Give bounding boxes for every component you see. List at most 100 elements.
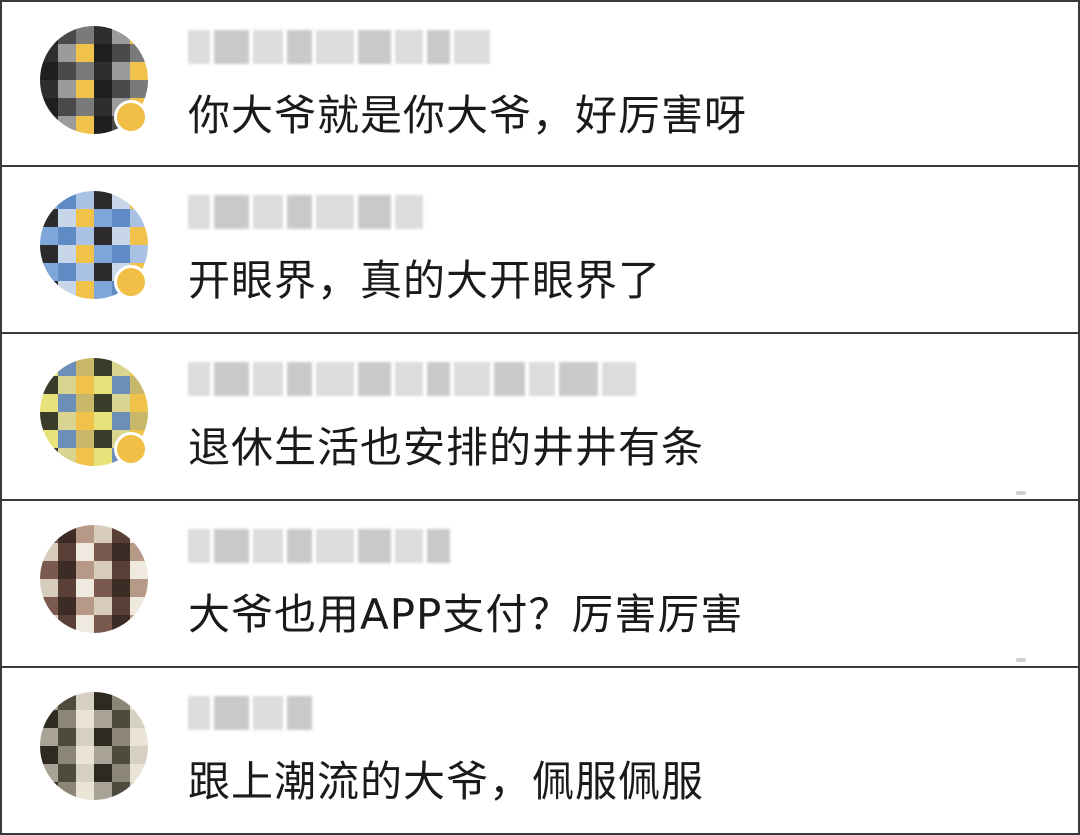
avatar-pixel [40, 358, 58, 376]
avatar-pixel [40, 615, 58, 633]
avatar-pixel [40, 394, 58, 412]
avatar-pixel [58, 394, 76, 412]
username-mosaic-block [253, 30, 283, 64]
avatar-pixel [94, 281, 112, 299]
comment-row[interactable]: 大爷也用APP支付？厉害厉害 [0, 501, 1080, 668]
comment-text: 大爷也用APP支付？厉害厉害 [188, 590, 744, 639]
avatar-pixel [94, 448, 112, 466]
avatar-pixel [94, 543, 112, 561]
avatar-pixel [112, 692, 130, 710]
username-mosaic-block [316, 529, 354, 563]
username-blurred[interactable] [188, 189, 423, 235]
avatar-pixel [112, 191, 130, 209]
avatar-pixel [58, 191, 76, 209]
avatar-pixel [40, 710, 58, 728]
avatar-pixel [112, 728, 130, 746]
username-mosaic-block [188, 195, 210, 229]
avatar-pixel [40, 430, 58, 448]
avatar-pixel [58, 245, 76, 263]
avatar-pixel [130, 525, 148, 543]
avatar-pixel [40, 597, 58, 615]
avatar-pixel [130, 227, 148, 245]
username-blurred[interactable] [188, 523, 450, 569]
avatar[interactable] [40, 692, 148, 800]
comment-text: 跟上潮流的大爷，佩服佩服 [188, 757, 705, 806]
avatar-pixel [76, 728, 94, 746]
avatar-pixel [58, 26, 76, 44]
avatar-pixel [130, 597, 148, 615]
avatar-pixel [94, 98, 112, 116]
avatar-pixel [94, 227, 112, 245]
avatar-pixel [40, 191, 58, 209]
avatar-pixel [94, 412, 112, 430]
avatar-pixel [94, 62, 112, 80]
comment-row[interactable]: 退休生活也安排的井井有条 [0, 334, 1080, 501]
avatar-pixel [112, 44, 130, 62]
username-mosaic-block [395, 529, 423, 563]
username-mosaic-block [253, 529, 283, 563]
avatar-pixel [58, 98, 76, 116]
avatar-pixel [40, 263, 58, 281]
avatar-pixel [130, 26, 148, 44]
avatar-pixel [76, 579, 94, 597]
avatar-pixel [94, 80, 112, 98]
avatar-pixel [76, 281, 94, 299]
avatar-pixel [94, 615, 112, 633]
verified-badge-icon [114, 432, 148, 466]
username-mosaic-block [529, 362, 555, 396]
avatar-pixel [94, 430, 112, 448]
avatar-pixel [40, 561, 58, 579]
username-mosaic-block [395, 195, 423, 229]
username-mosaic-block [316, 195, 354, 229]
comment-row[interactable]: 跟上潮流的大爷，佩服佩服 [0, 668, 1080, 835]
avatar-pixel [94, 710, 112, 728]
username-blurred[interactable] [188, 690, 312, 736]
username-mosaic-block [427, 362, 450, 396]
avatar-pixel [40, 412, 58, 430]
avatar-pixel [94, 764, 112, 782]
avatar-pixel [94, 116, 112, 134]
avatar-pixel [130, 692, 148, 710]
avatar-pixel [58, 281, 76, 299]
avatar-pixel [94, 44, 112, 62]
avatar-pixel [76, 44, 94, 62]
avatar-pixel [94, 376, 112, 394]
username-mosaic-block [494, 362, 525, 396]
username-mosaic-block [188, 362, 210, 396]
avatar-pixel [76, 597, 94, 615]
username-mosaic-block [214, 529, 249, 563]
username-mosaic-block [316, 30, 354, 64]
avatar-pixel [94, 263, 112, 281]
avatar-pixel [112, 245, 130, 263]
username-mosaic-block [214, 30, 249, 64]
username-mosaic-block [214, 696, 249, 730]
avatar-pixel [58, 543, 76, 561]
username-mosaic-block [287, 30, 312, 64]
username-blurred[interactable] [188, 356, 636, 402]
comment-row[interactable]: 开眼界，真的大开眼界了 [0, 167, 1080, 334]
username-blurred[interactable] [188, 24, 490, 70]
avatar-pixel [40, 281, 58, 299]
username-mosaic-block [358, 30, 391, 64]
avatar-pixel [76, 525, 94, 543]
avatar-pixel [112, 615, 130, 633]
avatar-pixel [58, 62, 76, 80]
avatar-pixel [130, 412, 148, 430]
username-mosaic-block [188, 529, 210, 563]
avatar-pixel [112, 782, 130, 800]
avatar[interactable] [40, 525, 148, 633]
avatar-pixel [94, 191, 112, 209]
avatar-pixel [94, 597, 112, 615]
avatar-pixel [58, 80, 76, 98]
username-mosaic-block [602, 362, 636, 396]
avatar-pixel [112, 561, 130, 579]
avatar-pixel [40, 116, 58, 134]
avatar-pixel [130, 710, 148, 728]
username-mosaic-block [395, 30, 423, 64]
avatar-pixel [40, 245, 58, 263]
avatar-pixel [130, 44, 148, 62]
avatar-pixel [112, 80, 130, 98]
avatar-pixel [112, 209, 130, 227]
username-mosaic-block [358, 362, 391, 396]
comment-row[interactable]: 你大爷就是你大爷，好厉害呀 [0, 0, 1080, 167]
